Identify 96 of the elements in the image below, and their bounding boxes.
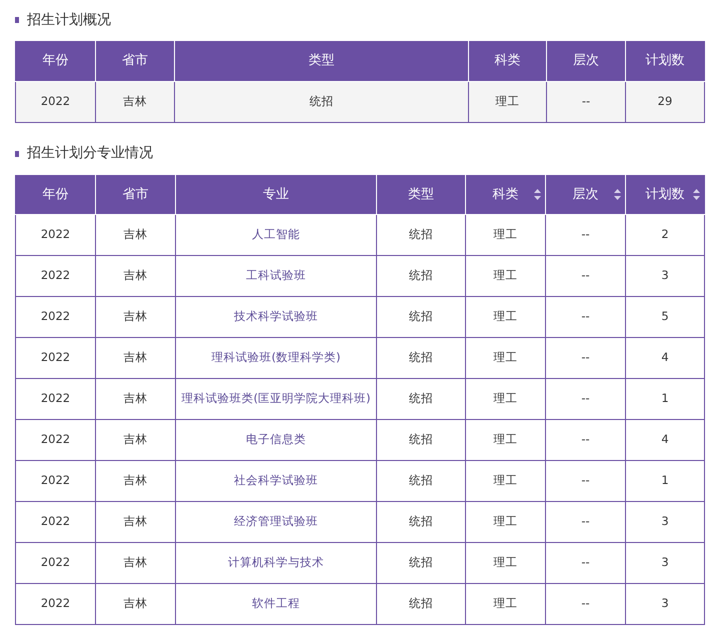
table-cell: 理工 bbox=[466, 584, 546, 624]
table-cell: -- bbox=[546, 584, 626, 624]
table-cell: -- bbox=[546, 460, 626, 502]
major-link[interactable]: 电子信息类 bbox=[176, 420, 376, 460]
table-cell: 理工 bbox=[466, 296, 546, 338]
table-cell: 理工 bbox=[466, 338, 546, 378]
bullet-icon bbox=[15, 150, 19, 156]
section-title: 招生计划概况 bbox=[27, 10, 111, 30]
table-cell: 统招 bbox=[376, 378, 466, 420]
table-cell: 1 bbox=[626, 460, 704, 502]
table-cell: 2022 bbox=[16, 460, 96, 502]
table-cell: 2022 bbox=[16, 81, 96, 122]
table-cell: 3 bbox=[626, 256, 704, 296]
table-cell: 统招 bbox=[376, 296, 466, 338]
table-cell: 理工 bbox=[466, 420, 546, 460]
table-cell: -- bbox=[546, 378, 626, 420]
table-cell: 理工 bbox=[466, 256, 546, 296]
table-cell: 吉林 bbox=[96, 420, 176, 460]
column-header: 省市 bbox=[96, 174, 176, 214]
table-cell: 3 bbox=[626, 502, 704, 542]
column-header: 专业 bbox=[176, 174, 376, 214]
table-cell: 理工 bbox=[466, 378, 546, 420]
table-cell: 吉林 bbox=[96, 584, 176, 624]
major-link[interactable]: 理科试验班(数理科学类) bbox=[176, 338, 376, 378]
table-cell: 吉林 bbox=[96, 214, 176, 256]
table-cell: 理工 bbox=[466, 214, 546, 256]
table-cell: -- bbox=[546, 338, 626, 378]
table-cell: 统招 bbox=[376, 460, 466, 502]
table-cell: 理工 bbox=[466, 502, 546, 542]
major-link[interactable]: 经济管理试验班 bbox=[176, 502, 376, 542]
table-cell: 3 bbox=[626, 584, 704, 624]
table-cell: 吉林 bbox=[96, 81, 174, 122]
section-title: 招生计划分专业情况 bbox=[27, 144, 153, 163]
major-link[interactable]: 社会科学试验班 bbox=[176, 460, 376, 502]
table-cell: -- bbox=[546, 296, 626, 338]
table-cell: -- bbox=[546, 214, 626, 256]
table-cell: 2022 bbox=[16, 256, 96, 296]
table-cell: 统招 bbox=[376, 542, 466, 584]
table-cell: -- bbox=[546, 542, 626, 584]
column-header: 类型 bbox=[376, 174, 466, 214]
table-cell: -- bbox=[546, 420, 626, 460]
column-header: 层次 bbox=[546, 41, 626, 81]
table-cell: 4 bbox=[626, 420, 704, 460]
table-cell: 2022 bbox=[16, 296, 96, 338]
table-cell: 2022 bbox=[16, 502, 96, 542]
table-cell: 吉林 bbox=[96, 542, 176, 584]
table-cell: 3 bbox=[626, 542, 704, 584]
major-link[interactable]: 软件工程 bbox=[176, 584, 376, 624]
column-header[interactable]: 层次 bbox=[546, 174, 626, 214]
major-link[interactable]: 技术科学试验班 bbox=[176, 296, 376, 338]
table-cell: 吉林 bbox=[96, 378, 176, 420]
column-header: 科类 bbox=[468, 41, 546, 81]
table-cell: 统招 bbox=[174, 81, 468, 122]
table-cell: -- bbox=[546, 256, 626, 296]
table-cell: 统招 bbox=[376, 502, 466, 542]
table-cell: 吉林 bbox=[96, 256, 176, 296]
table-cell: 吉林 bbox=[96, 502, 176, 542]
table-cell: 4 bbox=[626, 338, 704, 378]
table-cell: 统招 bbox=[376, 256, 466, 296]
table-cell: 理工 bbox=[466, 460, 546, 502]
table-cell: 统招 bbox=[376, 214, 466, 256]
table-cell: 吉林 bbox=[96, 338, 176, 378]
column-header: 年份 bbox=[16, 41, 96, 81]
table-cell: 2022 bbox=[16, 420, 96, 460]
sort-icon[interactable] bbox=[614, 188, 621, 200]
major-link[interactable]: 计算机科学与技术 bbox=[176, 542, 376, 584]
column-header: 计划数 bbox=[626, 41, 704, 81]
table-cell: 统招 bbox=[376, 584, 466, 624]
table-cell: 理工 bbox=[468, 81, 546, 122]
column-header[interactable]: 计划数 bbox=[626, 174, 704, 214]
major-link[interactable]: 理科试验班类(匡亚明学院大理科班) bbox=[176, 378, 376, 420]
sort-icon[interactable] bbox=[534, 188, 541, 200]
table-cell: 2 bbox=[626, 214, 704, 256]
column-header[interactable]: 科类 bbox=[466, 174, 546, 214]
table-cell: 吉林 bbox=[96, 460, 176, 502]
sort-icon[interactable] bbox=[693, 188, 700, 200]
table-cell: -- bbox=[546, 502, 626, 542]
table-cell: 2022 bbox=[16, 338, 96, 378]
table-cell: -- bbox=[546, 81, 626, 122]
table-cell: 5 bbox=[626, 296, 704, 338]
bullet-icon bbox=[15, 17, 19, 23]
table-cell: 1 bbox=[626, 378, 704, 420]
column-header: 年份 bbox=[16, 174, 96, 214]
column-header: 省市 bbox=[96, 41, 174, 81]
table-cell: 吉林 bbox=[96, 296, 176, 338]
table-cell: 统招 bbox=[376, 420, 466, 460]
table-cell: 统招 bbox=[376, 338, 466, 378]
major-link[interactable]: 工科试验班 bbox=[176, 256, 376, 296]
table-cell: 理工 bbox=[466, 542, 546, 584]
table-cell: 2022 bbox=[16, 542, 96, 584]
table-cell: 2022 bbox=[16, 378, 96, 420]
major-link[interactable]: 人工智能 bbox=[176, 214, 376, 256]
table-cell: 29 bbox=[626, 81, 704, 122]
table-cell: 2022 bbox=[16, 584, 96, 624]
table-cell: 2022 bbox=[16, 214, 96, 256]
column-header: 类型 bbox=[174, 41, 468, 81]
